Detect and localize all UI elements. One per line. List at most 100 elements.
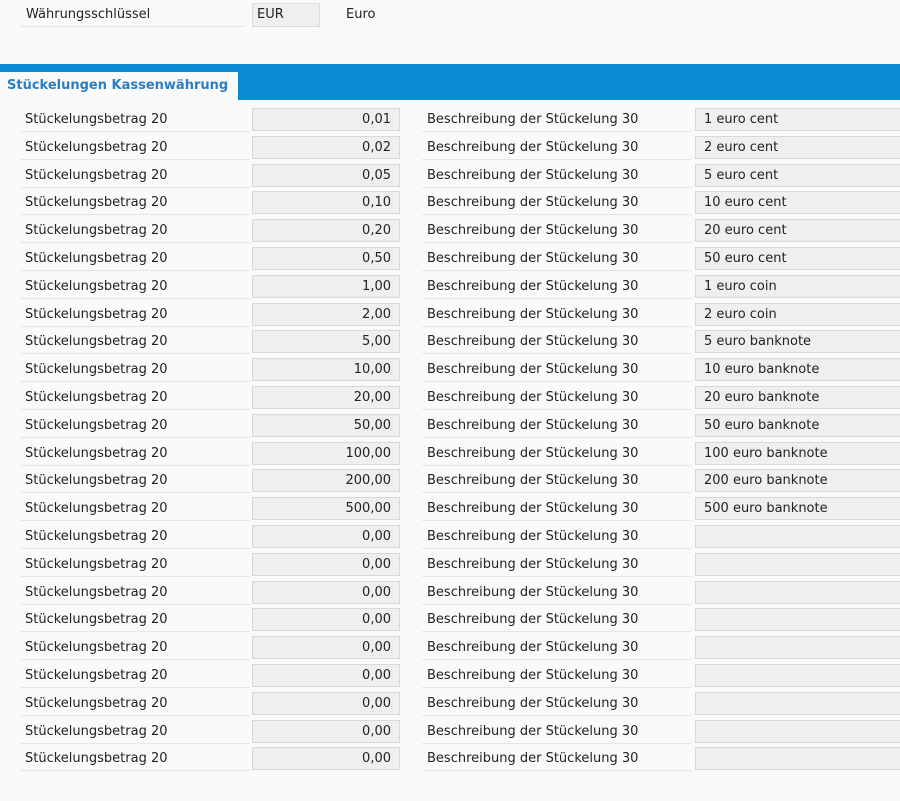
denomination-row: Stückelungsbetrag 20 500,00 Beschreibung d…	[0, 495, 900, 523]
denomination-description-label: Beschreibung der Stückelung 30	[422, 190, 692, 216]
denomination-amount-field[interactable]: 0,00	[252, 552, 400, 576]
denomination-description-label: Beschreibung der Stückelung 30	[422, 719, 692, 744]
denomination-amount-label: Stückelungsbetrag 20	[20, 357, 250, 383]
denomination-amount-field[interactable]: 500,00	[252, 497, 400, 521]
denomination-amount-field[interactable]: 200,00	[252, 469, 400, 493]
denomination-row: Stückelungsbetrag 20 100,00 Beschreibung d…	[0, 440, 900, 468]
denomination-amount-label: Stückelungsbetrag 20	[20, 468, 250, 494]
denomination-description-field[interactable]: 500 euro banknote	[695, 497, 900, 521]
denomination-description-field[interactable]	[695, 691, 900, 715]
denomination-amount-label: Stückelungsbetrag 20	[20, 607, 250, 633]
denomination-row: Stückelungsbetrag 20 10,00 Beschreibung de…	[0, 356, 900, 384]
denomination-description-field[interactable]: 2 euro coin	[695, 302, 900, 326]
denomination-amount-label: Stückelungsbetrag 20	[20, 635, 250, 661]
denomination-list: Stückelungsbetrag 20 0,01 Beschreibung der…	[0, 106, 900, 773]
denomination-row: Stückelungsbetrag 20 0,00 Beschreibung der…	[0, 606, 900, 634]
denomination-amount-field[interactable]: 5,00	[252, 330, 400, 354]
denomination-description-field[interactable]	[695, 719, 900, 743]
denomination-amount-field[interactable]: 0,01	[252, 108, 400, 131]
denomination-description-label: Beschreibung der Stückelung 30	[422, 524, 692, 549]
currency-key-field[interactable]: EUR	[252, 3, 320, 27]
denomination-description-field[interactable]: 5 euro cent	[695, 163, 900, 187]
denomination-row: Stückelungsbetrag 20 0,10 Beschreibung der…	[0, 189, 900, 217]
denomination-description-field[interactable]: 20 euro banknote	[695, 385, 900, 409]
denomination-amount-field[interactable]: 0,02	[252, 135, 400, 159]
denomination-amount-field[interactable]: 0,00	[252, 719, 400, 743]
denomination-description-label: Beschreibung der Stückelung 30	[422, 357, 692, 383]
denomination-description-label: Beschreibung der Stückelung 30	[422, 663, 692, 688]
currency-key-label: Währungsschlüssel	[20, 3, 245, 27]
denomination-description-field[interactable]: 100 euro banknote	[695, 441, 900, 465]
denomination-description-field[interactable]: 50 euro cent	[695, 246, 900, 270]
denomination-amount-label: Stückelungsbetrag 20	[20, 302, 250, 327]
denomination-description-label: Beschreibung der Stückelung 30	[422, 441, 692, 466]
denomination-row: Stückelungsbetrag 20 0,50 Beschreibung der…	[0, 245, 900, 273]
denomination-amount-field[interactable]: 2,00	[252, 302, 400, 326]
denomination-description-label: Beschreibung der Stückelung 30	[422, 635, 692, 661]
denomination-description-label: Beschreibung der Stückelung 30	[422, 218, 692, 244]
denomination-amount-field[interactable]: 0,50	[252, 246, 400, 270]
denomination-description-label: Beschreibung der Stückelung 30	[422, 302, 692, 327]
denomination-row: Stückelungsbetrag 20 0,00 Beschreibung der…	[0, 745, 900, 773]
denomination-amount-field[interactable]: 100,00	[252, 441, 400, 465]
denomination-amount-label: Stückelungsbetrag 20	[20, 719, 250, 744]
denomination-row: Stückelungsbetrag 20 200,00 Beschreibung d…	[0, 467, 900, 495]
denomination-amount-label: Stückelungsbetrag 20	[20, 274, 250, 299]
denomination-amount-label: Stückelungsbetrag 20	[20, 190, 250, 216]
denomination-amount-label: Stückelungsbetrag 20	[20, 218, 250, 244]
denomination-description-field[interactable]: 5 euro banknote	[695, 330, 900, 354]
denomination-description-field[interactable]	[695, 663, 900, 687]
denomination-amount-field[interactable]: 0,00	[252, 636, 400, 660]
denomination-amount-field[interactable]: 20,00	[252, 385, 400, 409]
denomination-amount-field[interactable]: 0,10	[252, 191, 400, 215]
denomination-description-label: Beschreibung der Stückelung 30	[422, 580, 692, 605]
denomination-amount-field[interactable]: 0,00	[252, 663, 400, 687]
denomination-amount-field[interactable]: 10,00	[252, 358, 400, 382]
denomination-description-field[interactable]	[695, 608, 900, 632]
denomination-amount-label: Stückelungsbetrag 20	[20, 441, 250, 466]
denomination-amount-field[interactable]: 0,00	[252, 524, 400, 548]
denomination-amount-label: Stückelungsbetrag 20	[20, 246, 250, 271]
denomination-amount-field[interactable]: 0,20	[252, 219, 400, 243]
denomination-row: Stückelungsbetrag 20 0,01 Beschreibung der…	[0, 106, 900, 134]
denomination-description-field[interactable]: 50 euro banknote	[695, 413, 900, 437]
denomination-description-field[interactable]	[695, 524, 900, 548]
denomination-amount-label: Stückelungsbetrag 20	[20, 580, 250, 605]
denomination-row: Stückelungsbetrag 20 0,00 Beschreibung der…	[0, 662, 900, 690]
denomination-amount-field[interactable]: 0,00	[252, 608, 400, 632]
denomination-amount-label: Stückelungsbetrag 20	[20, 746, 250, 772]
denomination-amount-field[interactable]: 50,00	[252, 413, 400, 437]
denomination-amount-label: Stückelungsbetrag 20	[20, 107, 250, 132]
denomination-row: Stückelungsbetrag 20 1,00 Beschreibung der…	[0, 273, 900, 301]
denomination-description-label: Beschreibung der Stückelung 30	[422, 552, 692, 577]
denomination-description-field[interactable]: 20 euro cent	[695, 219, 900, 243]
denomination-description-field[interactable]	[695, 580, 900, 604]
denomination-amount-label: Stückelungsbetrag 20	[20, 385, 250, 410]
denomination-description-field[interactable]: 1 euro coin	[695, 274, 900, 298]
denomination-amount-label: Stückelungsbetrag 20	[20, 663, 250, 688]
denomination-amount-field[interactable]: 0,00	[252, 691, 400, 715]
denomination-description-field[interactable]: 1 euro cent	[695, 108, 900, 131]
denomination-amount-label: Stückelungsbetrag 20	[20, 329, 250, 355]
denomination-amount-field[interactable]: 1,00	[252, 274, 400, 298]
denomination-description-label: Beschreibung der Stückelung 30	[422, 246, 692, 271]
denomination-amount-field[interactable]: 0,05	[252, 163, 400, 187]
denomination-description-field[interactable]: 10 euro banknote	[695, 358, 900, 382]
denomination-amount-field[interactable]: 0,00	[252, 580, 400, 604]
denomination-description-label: Beschreibung der Stückelung 30	[422, 385, 692, 410]
denomination-description-field[interactable]	[695, 552, 900, 576]
denomination-description-field[interactable]: 10 euro cent	[695, 191, 900, 215]
currency-name: Euro	[346, 7, 376, 22]
denomination-description-label: Beschreibung der Stückelung 30	[422, 135, 692, 160]
section-tab-denominations[interactable]: Stückelungen Kassenwährung	[0, 72, 239, 100]
denomination-description-field[interactable]	[695, 636, 900, 660]
denomination-amount-label: Stückelungsbetrag 20	[20, 552, 250, 577]
denomination-amount-field[interactable]: 0,00	[252, 747, 400, 771]
denomination-description-label: Beschreibung der Stückelung 30	[422, 107, 692, 132]
denomination-description-field[interactable]	[695, 747, 900, 771]
denomination-description-field[interactable]: 2 euro cent	[695, 135, 900, 159]
denomination-description-label: Beschreibung der Stückelung 30	[422, 413, 692, 438]
denomination-row: Stückelungsbetrag 20 0,00 Beschreibung der…	[0, 634, 900, 662]
denomination-amount-label: Stückelungsbetrag 20	[20, 163, 250, 188]
denomination-description-field[interactable]: 200 euro banknote	[695, 469, 900, 493]
